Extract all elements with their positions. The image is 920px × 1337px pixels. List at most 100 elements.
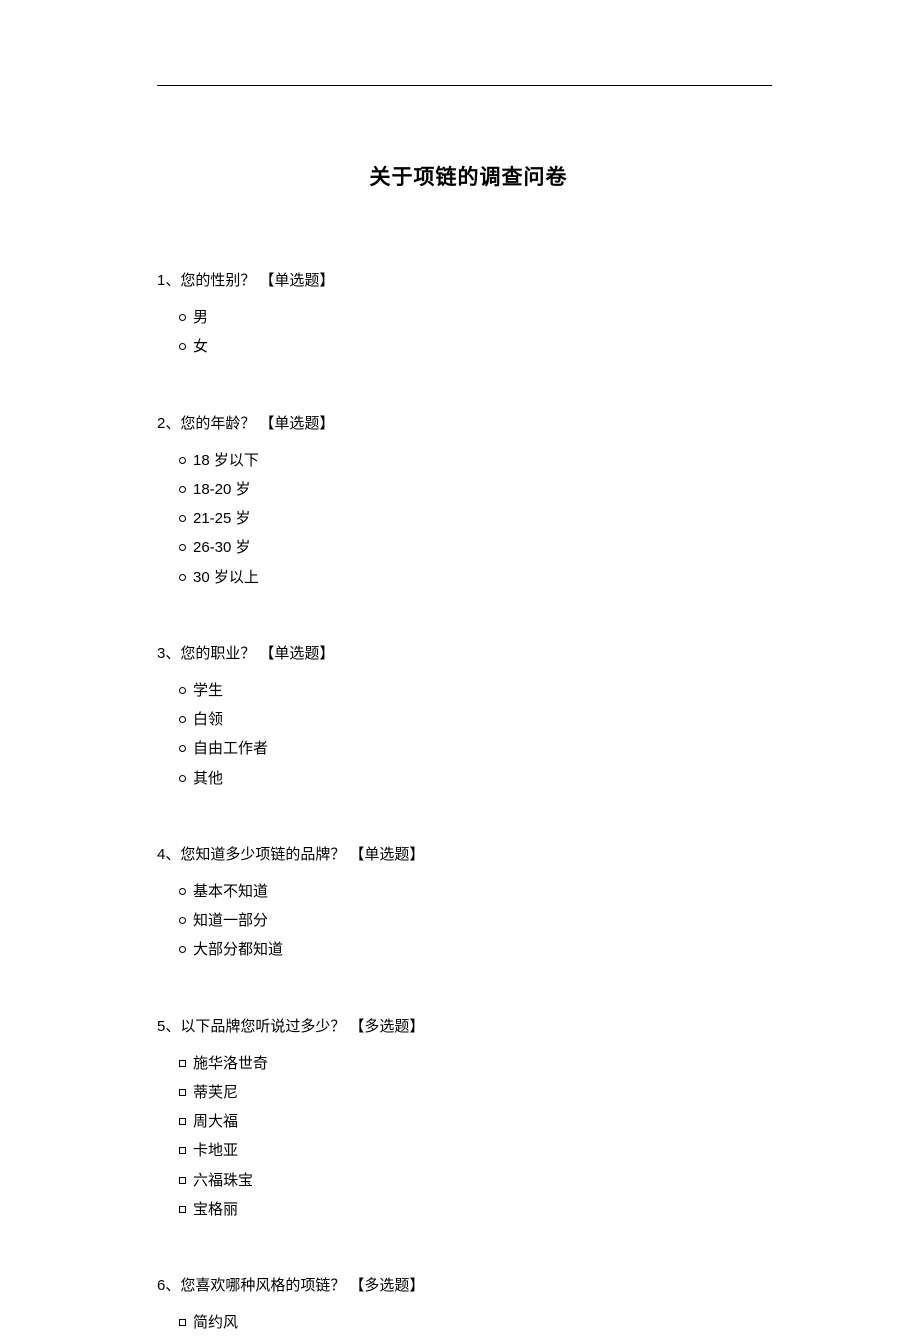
option-item: 30 岁以上	[179, 563, 780, 592]
radio-icon	[179, 486, 186, 493]
survey-title: 关于项链的调查问卷	[157, 161, 780, 191]
radio-icon	[179, 457, 186, 464]
header-divider	[157, 85, 772, 86]
question-text: 您的性别？	[180, 272, 255, 289]
option-label: 女	[193, 332, 208, 361]
option-label: 蒂芙尼	[193, 1078, 238, 1107]
option-label: 施华洛世奇	[193, 1049, 268, 1078]
question-number: 6、	[157, 1277, 180, 1294]
options-list: 简约风	[157, 1308, 780, 1337]
radio-icon	[179, 917, 186, 924]
option-label: 学生	[193, 676, 223, 705]
option-item: 简约风	[179, 1308, 780, 1337]
option-item: 26-30 岁	[179, 533, 780, 562]
question-block: 1、您的性别？【单选题】男女	[157, 269, 780, 362]
option-label: 26-30 岁	[193, 533, 251, 562]
question-title: 5、以下品牌您听说过多少？【多选题】	[157, 1015, 780, 1039]
radio-icon	[179, 515, 186, 522]
option-label: 其他	[193, 764, 223, 793]
option-item: 男	[179, 303, 780, 332]
question-type: 【单选题】	[259, 272, 334, 289]
document-page: 关于项链的调查问卷 1、您的性别？【单选题】男女2、您的年龄？【单选题】18 岁…	[0, 0, 920, 1337]
question-number: 4、	[157, 846, 180, 863]
option-label: 白领	[193, 705, 223, 734]
option-label: 男	[193, 303, 208, 332]
checkbox-icon	[179, 1118, 186, 1125]
option-label: 21-25 岁	[193, 504, 251, 533]
checkbox-icon	[179, 1319, 186, 1326]
question-title: 3、您的职业？【单选题】	[157, 642, 780, 666]
option-item: 学生	[179, 676, 780, 705]
option-item: 自由工作者	[179, 734, 780, 763]
question-title: 2、您的年龄？【单选题】	[157, 412, 780, 436]
option-label: 宝格丽	[193, 1195, 238, 1224]
radio-icon	[179, 544, 186, 551]
options-list: 18 岁以下18-20 岁21-25 岁26-30 岁30 岁以上	[157, 446, 780, 592]
option-label: 六福珠宝	[193, 1166, 253, 1195]
radio-icon	[179, 343, 186, 350]
question-text: 您喜欢哪种风格的项链？	[180, 1277, 345, 1294]
question-number: 5、	[157, 1018, 180, 1035]
question-type: 【单选题】	[259, 645, 334, 662]
option-label: 30 岁以上	[193, 563, 259, 592]
question-text: 您的职业？	[180, 645, 255, 662]
question-block: 3、您的职业？【单选题】学生白领自由工作者其他	[157, 642, 780, 793]
option-item: 蒂芙尼	[179, 1078, 780, 1107]
question-block: 4、您知道多少项链的品牌？【单选题】基本不知道知道一部分大部分都知道	[157, 843, 780, 965]
option-label: 卡地亚	[193, 1136, 238, 1165]
checkbox-icon	[179, 1089, 186, 1096]
option-label: 18 岁以下	[193, 446, 259, 475]
question-number: 1、	[157, 272, 180, 289]
option-item: 六福珠宝	[179, 1166, 780, 1195]
option-label: 周大福	[193, 1107, 238, 1136]
options-list: 基本不知道知道一部分大部分都知道	[157, 877, 780, 965]
checkbox-icon	[179, 1206, 186, 1213]
radio-icon	[179, 574, 186, 581]
checkbox-icon	[179, 1177, 186, 1184]
option-item: 周大福	[179, 1107, 780, 1136]
option-item: 18 岁以下	[179, 446, 780, 475]
option-item: 其他	[179, 764, 780, 793]
question-title: 6、您喜欢哪种风格的项链？【多选题】	[157, 1274, 780, 1298]
option-item: 宝格丽	[179, 1195, 780, 1224]
option-label: 简约风	[193, 1308, 238, 1337]
radio-icon	[179, 775, 186, 782]
question-block: 2、您的年龄？【单选题】18 岁以下18-20 岁21-25 岁26-30 岁3…	[157, 412, 780, 592]
options-list: 学生白领自由工作者其他	[157, 676, 780, 793]
option-item: 18-20 岁	[179, 475, 780, 504]
radio-icon	[179, 745, 186, 752]
checkbox-icon	[179, 1147, 186, 1154]
option-label: 自由工作者	[193, 734, 268, 763]
option-item: 卡地亚	[179, 1136, 780, 1165]
question-type: 【单选题】	[259, 415, 334, 432]
question-block: 5、以下品牌您听说过多少？【多选题】施华洛世奇蒂芙尼周大福卡地亚六福珠宝宝格丽	[157, 1015, 780, 1225]
question-text: 以下品牌您听说过多少？	[180, 1018, 345, 1035]
question-type: 【单选题】	[349, 846, 424, 863]
options-list: 施华洛世奇蒂芙尼周大福卡地亚六福珠宝宝格丽	[157, 1049, 780, 1225]
option-item: 基本不知道	[179, 877, 780, 906]
question-block: 6、您喜欢哪种风格的项链？【多选题】简约风	[157, 1274, 780, 1337]
option-item: 女	[179, 332, 780, 361]
question-title: 4、您知道多少项链的品牌？【单选题】	[157, 843, 780, 867]
radio-icon	[179, 314, 186, 321]
radio-icon	[179, 687, 186, 694]
option-item: 施华洛世奇	[179, 1049, 780, 1078]
question-title: 1、您的性别？【单选题】	[157, 269, 780, 293]
option-item: 知道一部分	[179, 906, 780, 935]
question-type: 【多选题】	[349, 1018, 424, 1035]
option-label: 基本不知道	[193, 877, 268, 906]
option-item: 大部分都知道	[179, 935, 780, 964]
question-text: 您知道多少项链的品牌？	[180, 846, 345, 863]
questions-container: 1、您的性别？【单选题】男女2、您的年龄？【单选题】18 岁以下18-20 岁2…	[157, 269, 780, 1337]
question-text: 您的年龄？	[180, 415, 255, 432]
option-label: 知道一部分	[193, 906, 268, 935]
option-label: 大部分都知道	[193, 935, 283, 964]
radio-icon	[179, 716, 186, 723]
option-item: 21-25 岁	[179, 504, 780, 533]
radio-icon	[179, 888, 186, 895]
option-item: 白领	[179, 705, 780, 734]
question-number: 2、	[157, 415, 180, 432]
options-list: 男女	[157, 303, 780, 362]
radio-icon	[179, 946, 186, 953]
question-type: 【多选题】	[349, 1277, 424, 1294]
